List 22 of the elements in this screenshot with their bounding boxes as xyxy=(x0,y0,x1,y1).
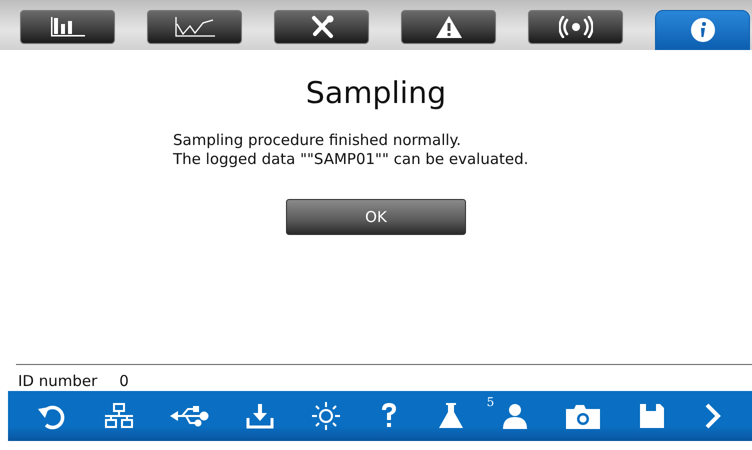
network-icon[interactable] xyxy=(104,401,134,431)
tab[interactable] xyxy=(20,10,115,44)
tab[interactable] xyxy=(401,10,496,44)
tab[interactable] xyxy=(274,10,369,44)
info-icon xyxy=(690,17,716,43)
warning-icon xyxy=(434,15,462,39)
message-text: The logged data ""SAMP01"" can be evaluated. xyxy=(173,150,528,169)
tab[interactable] xyxy=(147,10,242,44)
person-icon[interactable] xyxy=(500,401,529,431)
sun-icon[interactable] xyxy=(311,401,342,431)
message-text: Sampling procedure finished normally. xyxy=(173,131,462,150)
line-chart-icon xyxy=(172,16,216,38)
tab[interactable] xyxy=(528,10,623,44)
download-icon[interactable] xyxy=(245,401,276,431)
status-label: ID number xyxy=(18,372,98,391)
tab[interactable] xyxy=(655,10,750,50)
signal-icon xyxy=(558,16,592,38)
count-label: 5 xyxy=(486,395,494,409)
dialog-title: Sampling xyxy=(306,76,446,111)
status-value: 0 xyxy=(119,372,129,391)
ok-button[interactable]: OK xyxy=(286,199,466,235)
flask-icon[interactable] xyxy=(436,401,465,431)
